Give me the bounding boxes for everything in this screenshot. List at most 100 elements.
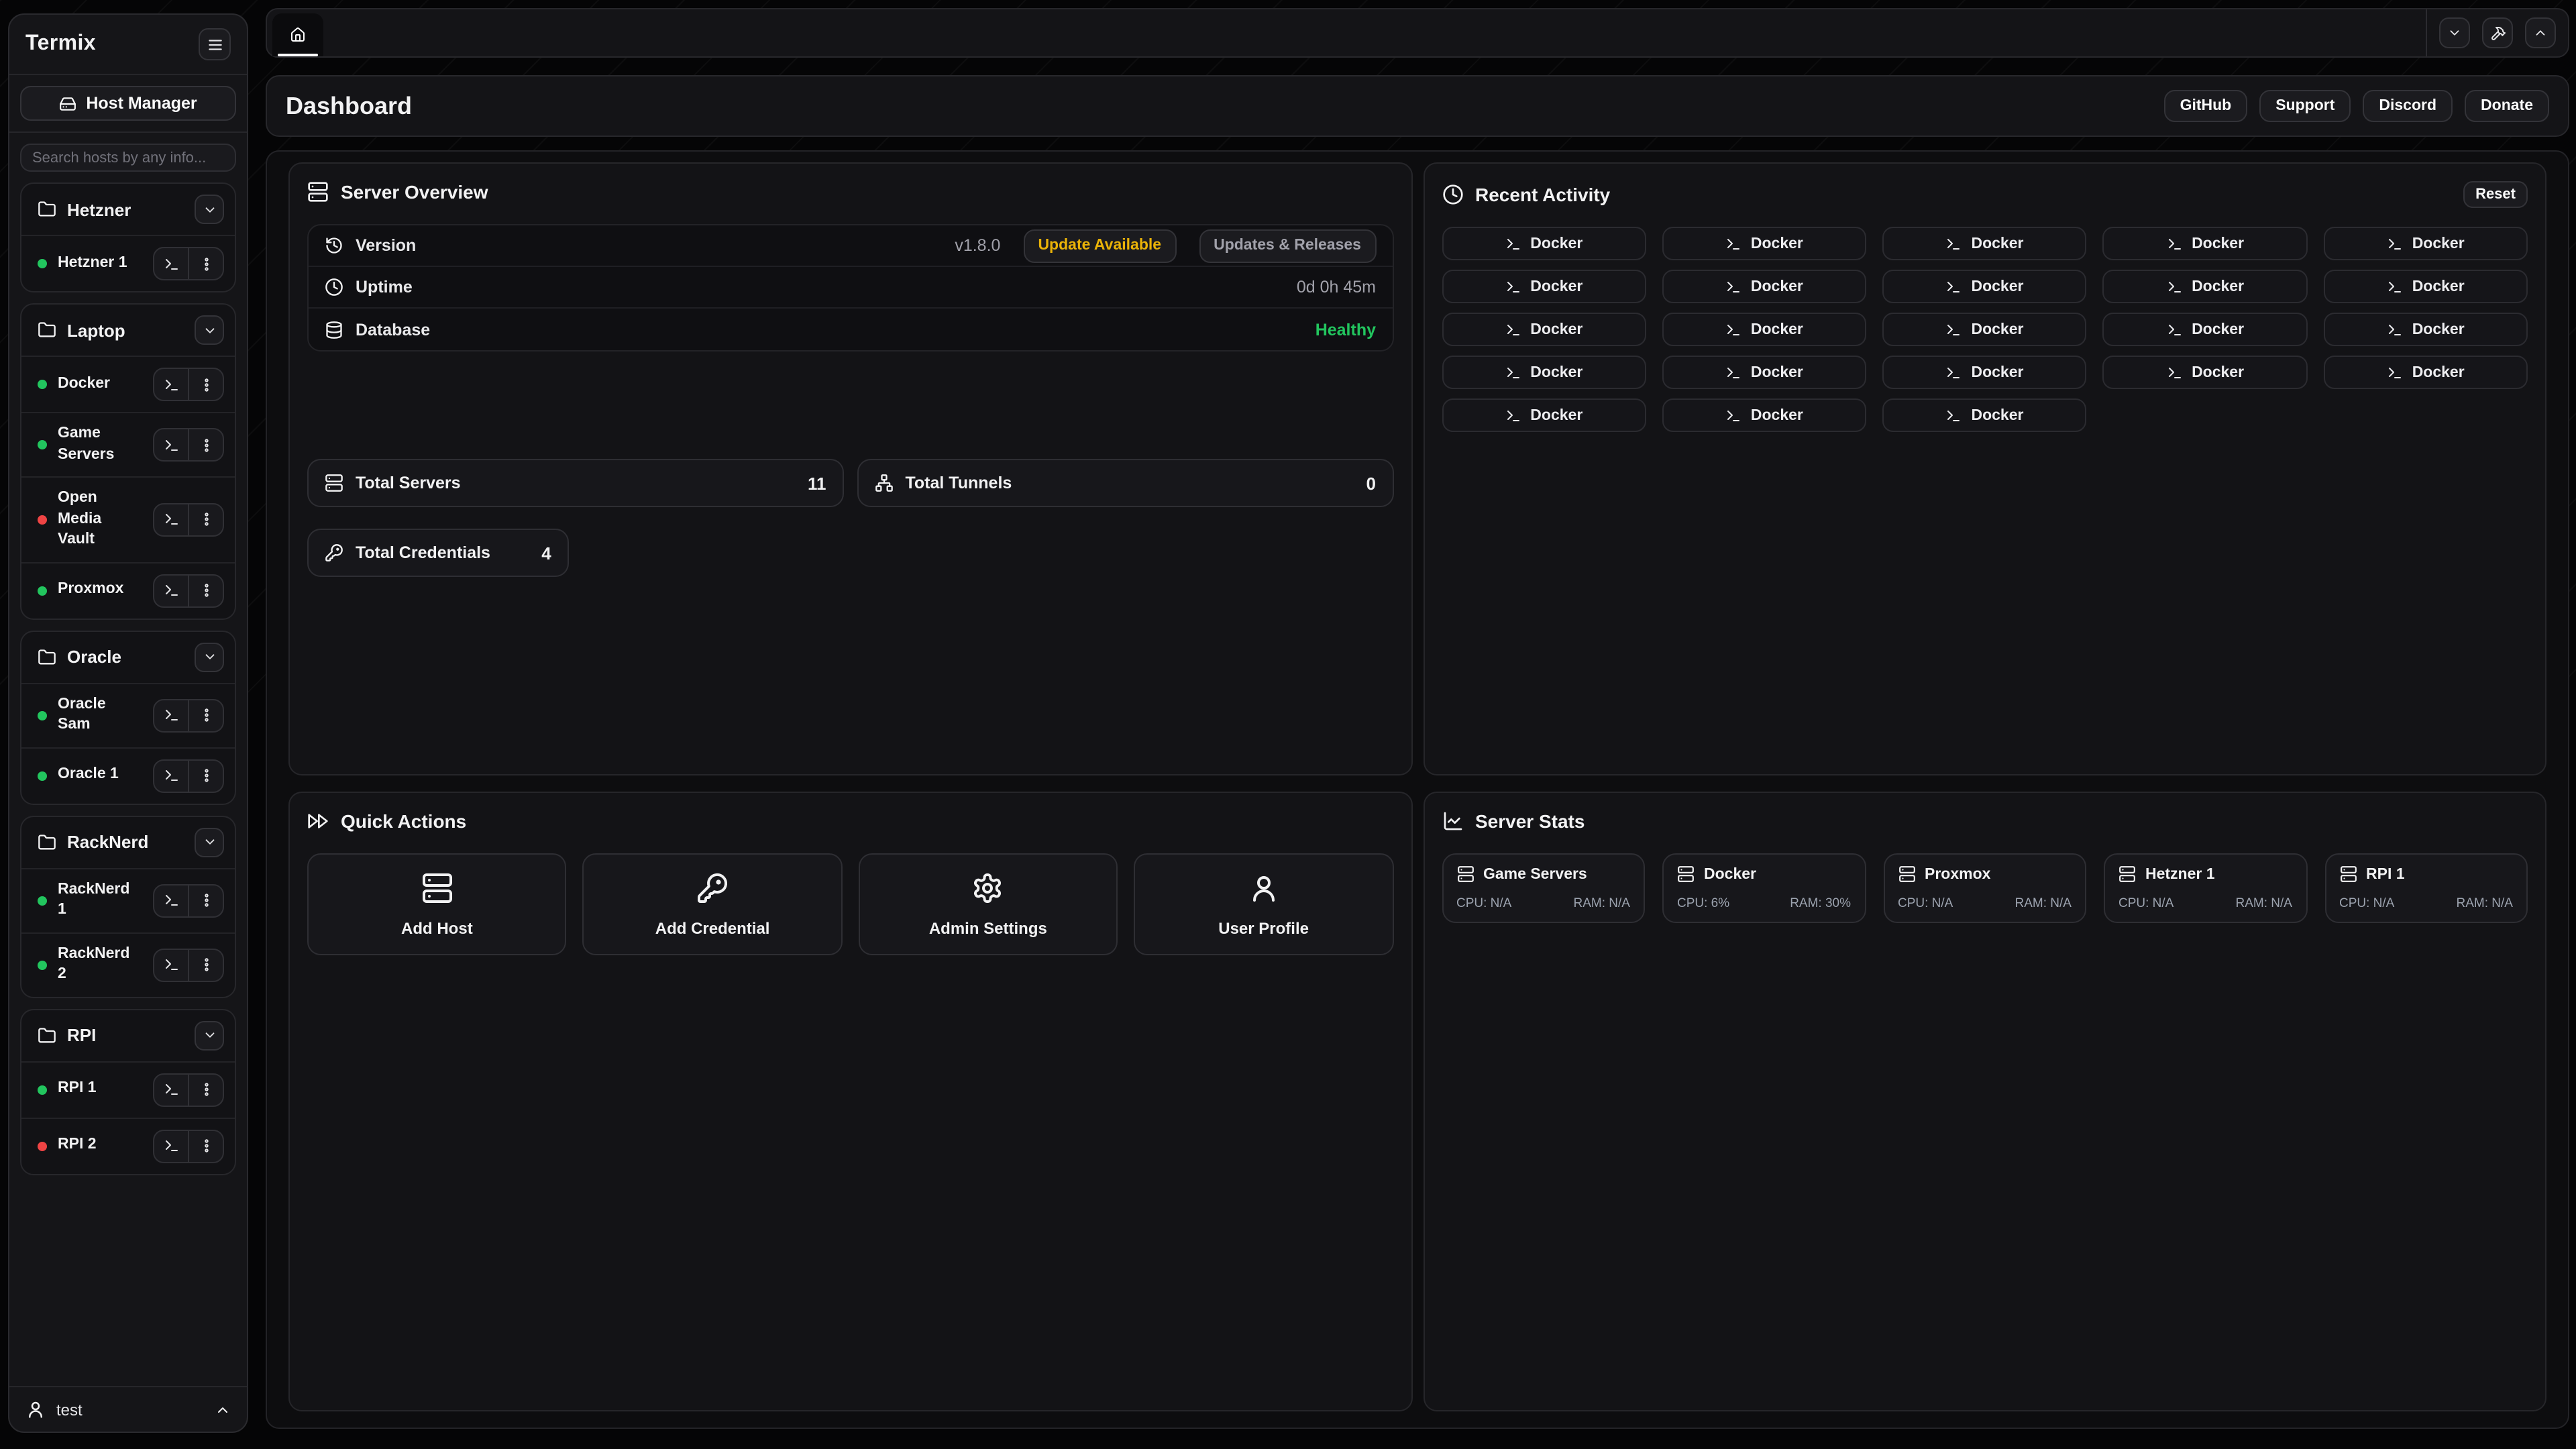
host-row[interactable]: RPI 2 [21, 1118, 235, 1173]
host-row[interactable]: Hetzner 1 [21, 236, 235, 291]
chevron-down-icon [2447, 25, 2462, 40]
admin-settings-button[interactable]: Admin Settings [859, 853, 1118, 955]
host-menu-button[interactable] [189, 760, 223, 791]
group-header[interactable]: RPI [21, 1010, 235, 1062]
activity-item-button[interactable]: Docker [1662, 227, 1867, 260]
group-collapse-button[interactable] [195, 315, 224, 345]
activity-item-button[interactable]: Docker [2323, 356, 2528, 389]
server-stat-card[interactable]: Game Servers CPU: N/A RAM: N/A [1442, 853, 1645, 923]
group-collapse-button[interactable] [195, 642, 224, 672]
host-groups: Hetzner Hetzner 1 [20, 182, 236, 1175]
activity-item-button[interactable]: Docker [2103, 227, 2308, 260]
host-terminal-button[interactable] [154, 1074, 188, 1105]
activity-item-label: Docker [1530, 321, 1582, 337]
tab-home[interactable] [272, 13, 323, 56]
activity-item-button[interactable]: Docker [1442, 356, 1646, 389]
tools-button[interactable] [2482, 17, 2513, 48]
host-menu-button[interactable] [189, 1074, 223, 1105]
activity-item-button[interactable]: Docker [1882, 270, 2087, 303]
host-manager-section: Host Manager [9, 75, 247, 131]
activity-item-button[interactable]: Docker [1662, 270, 1867, 303]
tabbar-divider [2426, 9, 2427, 56]
activity-item-label: Docker [2192, 364, 2244, 380]
sidebar-menu-button[interactable] [199, 28, 231, 60]
activity-item-button[interactable]: Docker [1442, 270, 1646, 303]
host-terminal-button[interactable] [154, 575, 188, 606]
host-menu-button[interactable] [189, 575, 223, 606]
host-row[interactable]: Oracle Sam [21, 684, 235, 748]
scroll-tabs-left-button[interactable] [2439, 17, 2470, 48]
host-terminal-button[interactable] [154, 700, 188, 731]
host-manager-button[interactable]: Host Manager [20, 86, 236, 121]
donate-button[interactable]: Donate [2465, 90, 2549, 122]
host-menu-button[interactable] [189, 1130, 223, 1161]
group-collapse-button[interactable] [195, 195, 224, 224]
host-terminal-button[interactable] [154, 429, 188, 460]
scroll-tabs-right-button[interactable] [2525, 17, 2556, 48]
activity-item-button[interactable]: Docker [2103, 313, 2308, 346]
add-host-button[interactable]: Add Host [307, 853, 567, 955]
support-button[interactable]: Support [2259, 90, 2351, 122]
host-search-input[interactable] [20, 144, 236, 172]
host-terminal-button[interactable] [154, 885, 188, 916]
host-menu-button[interactable] [189, 885, 223, 916]
update-available-button[interactable]: Update Available [1023, 229, 1176, 262]
activity-item-button[interactable]: Docker [1882, 227, 2087, 260]
activity-item-button[interactable]: Docker [1882, 398, 2087, 432]
host-menu-button[interactable] [189, 700, 223, 731]
host-terminal-button[interactable] [154, 1130, 188, 1161]
user-menu[interactable]: test [9, 1386, 247, 1432]
host-menu-button[interactable] [189, 248, 223, 279]
group-header[interactable]: Hetzner [21, 184, 235, 236]
activity-item-button[interactable]: Docker [2103, 270, 2308, 303]
group-collapse-button[interactable] [195, 1020, 224, 1050]
host-menu-button[interactable] [189, 429, 223, 460]
activity-item-button[interactable]: Docker [2323, 270, 2528, 303]
user-profile-button[interactable]: User Profile [1134, 853, 1393, 955]
group-header[interactable]: Oracle [21, 631, 235, 684]
host-row[interactable]: Docker [21, 357, 235, 413]
activity-item-button[interactable]: Docker [2323, 227, 2528, 260]
server-stat-card[interactable]: Proxmox CPU: N/A RAM: N/A [1883, 853, 2086, 923]
host-group-laptop: Laptop Docker [20, 303, 236, 619]
activity-item-button[interactable]: Docker [1882, 356, 2087, 389]
reset-activity-button[interactable]: Reset [2463, 181, 2528, 208]
add-credential-button[interactable]: Add Credential [583, 853, 843, 955]
host-row[interactable]: Open Media Vault [21, 478, 235, 563]
host-menu-button[interactable] [189, 369, 223, 400]
group-collapse-button[interactable] [195, 827, 224, 857]
group-header[interactable]: Laptop [21, 305, 235, 357]
github-button[interactable]: GitHub [2164, 90, 2248, 122]
activity-item-button[interactable]: Docker [1442, 227, 1646, 260]
activity-item-button[interactable]: Docker [1442, 313, 1646, 346]
host-action-group [153, 1129, 224, 1163]
system-info-panel: Version v1.8.0 Update Available Updates … [307, 224, 1393, 352]
activity-item-button[interactable]: Docker [2323, 313, 2528, 346]
host-terminal-button[interactable] [154, 949, 188, 980]
host-terminal-button[interactable] [154, 369, 188, 400]
activity-item-button[interactable]: Docker [1662, 313, 1867, 346]
host-row[interactable]: Proxmox [21, 563, 235, 618]
host-row[interactable]: Oracle 1 [21, 748, 235, 803]
activity-item-button[interactable]: Docker [1442, 398, 1646, 432]
updates-releases-button[interactable]: Updates & Releases [1199, 229, 1376, 262]
host-row[interactable]: RPI 1 [21, 1062, 235, 1118]
host-row[interactable]: RackNerd 2 [21, 933, 235, 996]
admin-settings-label: Admin Settings [929, 918, 1047, 937]
group-header[interactable]: RackNerd [21, 816, 235, 869]
activity-item-button[interactable]: Docker [1662, 356, 1867, 389]
server-stat-card[interactable]: RPI 1 CPU: N/A RAM: N/A [2324, 853, 2528, 923]
activity-item-button[interactable]: Docker [2103, 356, 2308, 389]
server-stat-card[interactable]: Hetzner 1 CPU: N/A RAM: N/A [2104, 853, 2307, 923]
activity-item-button[interactable]: Docker [1662, 398, 1867, 432]
host-row[interactable]: RackNerd 1 [21, 869, 235, 933]
host-menu-button[interactable] [189, 949, 223, 980]
host-terminal-button[interactable] [154, 760, 188, 791]
host-row[interactable]: Game Servers [21, 413, 235, 478]
host-terminal-button[interactable] [154, 504, 188, 535]
discord-button[interactable]: Discord [2363, 90, 2453, 122]
host-menu-button[interactable] [189, 504, 223, 535]
activity-item-button[interactable]: Docker [1882, 313, 2087, 346]
host-terminal-button[interactable] [154, 248, 188, 279]
server-stat-card[interactable]: Docker CPU: 6% RAM: 30% [1662, 853, 1866, 923]
